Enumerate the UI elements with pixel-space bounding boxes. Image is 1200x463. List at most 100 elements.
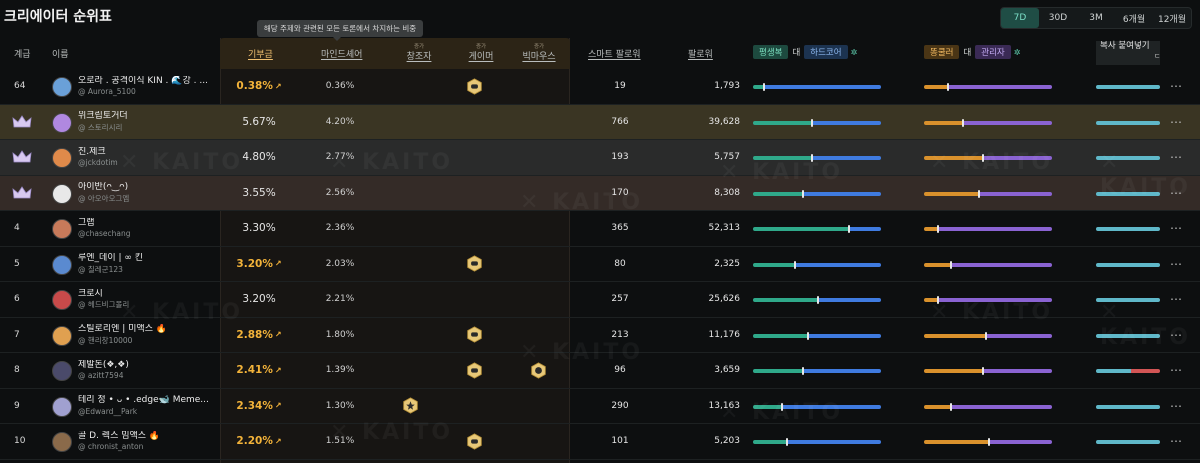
compare-bar-1 [753, 83, 881, 91]
header-rank[interactable]: 계급 [14, 38, 31, 69]
header-name[interactable]: 이름 [52, 38, 69, 69]
period-1[interactable]: 30D [1039, 8, 1077, 28]
flame-icon: ↗ [274, 81, 282, 91]
avatar[interactable] [52, 219, 72, 239]
avatar[interactable] [52, 183, 72, 204]
user-name-block[interactable]: 크로시 @ 헤드비그몰리 [78, 282, 129, 317]
user-name-block[interactable]: 아이반(ᴖ‿ᴖ) @ 아오아오그엠 [78, 176, 129, 211]
more-options-icon[interactable]: ⋯ [1170, 353, 1183, 388]
smart-followers-value: 170 [611, 187, 629, 198]
avatar[interactable] [52, 290, 72, 310]
user-name-block[interactable]: 진.제크 @jckdotim [78, 140, 118, 175]
rank: 10 [14, 436, 26, 447]
header-followers[interactable]: 팔로워 [688, 38, 713, 69]
user-name: 크로시 [78, 288, 103, 299]
user-name-block[interactable]: 골 D. 렉스 밈액스 🔥 @ chronist_anton [78, 424, 160, 459]
header-bigmouth[interactable]: 증가 빅마우스 [515, 38, 563, 69]
user-handle: @chasechang [78, 229, 131, 239]
avatar[interactable] [52, 112, 72, 133]
extra-header: ㄷ [1154, 52, 1161, 60]
flame-icon: ↗ [274, 365, 282, 375]
header-gamer[interactable]: 증가 게이머 [460, 38, 502, 69]
user-name-block[interactable]: 위크립토거더 @ 스토리시리 [78, 105, 128, 140]
header-creator[interactable]: 증가 창조자 [398, 38, 440, 69]
avatar[interactable] [52, 325, 72, 346]
user-name-block[interactable]: 제발돈(❖,❖) @ azitt7594 [78, 353, 129, 388]
user-name: 오로라 . 공격이식 KIN . 🌊강 . ... [78, 75, 208, 86]
period-selector: 7D 30D 3M 6개월 12개월 [1000, 7, 1192, 29]
user-name: 위크립토거더 [78, 111, 128, 122]
compare-bar-2 [924, 331, 1052, 340]
settings-icon[interactable]: ✲ [851, 48, 858, 57]
share-number: 0.38% [236, 80, 273, 93]
compare-bar-2-tick [950, 402, 952, 411]
followers-value: 11,176 [708, 329, 741, 340]
mindshare-tooltip: 해당 주제와 관련된 모든 토론에서 차지하는 비중 [257, 20, 423, 41]
avatar[interactable] [52, 77, 72, 97]
share-number: 5.67% [242, 115, 276, 128]
avatar[interactable] [52, 254, 72, 275]
flame-icon: ↗ [274, 259, 282, 269]
more-options-icon[interactable]: ⋯ [1170, 140, 1183, 175]
compare-bar-2 [924, 83, 1052, 91]
compare-bar-1 [753, 154, 881, 162]
mindshare-value: 2.21% [325, 294, 355, 305]
table-row[interactable]: 위크립토거더 @ 스토리시리 5.67% 4.20% 766 39,628 ⋯ [0, 104, 1200, 140]
share-number: 3.55% [242, 186, 276, 199]
period-4[interactable]: 12개월 [1153, 8, 1191, 28]
compare-bar-1-tick [807, 331, 809, 340]
table-row[interactable]: 5 루엔_데이 | ∞ 킨 @ 칠레군123 3.20% ↗ 2.03% 80 2,325 ⋯ [0, 247, 1200, 282]
avatar[interactable] [52, 396, 72, 417]
table-row[interactable]: 4 그랩 @chasechang 3.30% 2.36% 365 52,313 ⋯ [0, 211, 1200, 247]
settings-icon[interactable]: ✲ [1014, 48, 1021, 57]
user-name-block[interactable]: 루엔_데이 | ∞ 킨 @ 칠레군123 [78, 247, 143, 282]
header-bigmouth-label: 빅마우스 [522, 51, 556, 62]
user-name-block[interactable]: 오로라 . 공격이식 KIN . 🌊강 . ... @ Aurora_5100 [78, 69, 208, 104]
avatar[interactable] [52, 148, 72, 168]
user-name: 골 D. 렉스 밈액스 🔥 [78, 430, 161, 441]
more-options-icon[interactable]: ⋯ [1170, 105, 1183, 140]
user-name-block[interactable]: 그랩 @chasechang [78, 211, 130, 246]
avatar[interactable] [52, 432, 72, 452]
followers-value: 5,757 [714, 152, 740, 163]
period-2[interactable]: 3M [1077, 8, 1115, 28]
more-options-icon[interactable]: ⋯ [1170, 318, 1183, 353]
more-options-icon[interactable]: ⋯ [1170, 211, 1183, 246]
compare3-label: 복사 붙여넣기 [1100, 41, 1150, 51]
compare-bar-2-tick [937, 225, 939, 233]
header-share[interactable]: 기부금 [248, 38, 273, 69]
user-name-block[interactable]: 테리 정 • ᴗ • .edge🐋 Meme... @Edward__Park [78, 389, 209, 424]
period-3[interactable]: 6개월 [1115, 8, 1153, 28]
header-gamer-label: 게이머 [468, 51, 494, 62]
period-0[interactable]: 7D [1001, 8, 1039, 28]
more-options-icon[interactable]: ⋯ [1170, 176, 1183, 211]
table-row[interactable]: 9 테리 정 • ᴗ • .edge🐋 Meme... @Edward__Park 2… [0, 389, 1200, 424]
table-row[interactable]: 진.제크 @jckdotim 4.80% 2.77% 193 5,757 ⋯ [0, 140, 1200, 176]
gamer-badge-icon [466, 247, 483, 282]
user-name: 스틸로리엔 | 미액스 🔥 [78, 324, 168, 335]
header-mindshare[interactable]: 마인드셰어 [321, 38, 362, 69]
share-value: 2.88% ↗ [220, 318, 298, 353]
followers-value: 52,313 [708, 223, 741, 234]
share-value: 3.20% [220, 282, 298, 317]
table-row[interactable]: 아이반(ᴖ‿ᴖ) @ 아오아오그엠 3.55% 2.56% 170 8,308 ⋯ [0, 175, 1200, 211]
compare-bar-1 [753, 189, 881, 198]
table-row[interactable]: 8 제발돈(❖,❖) @ azitt7594 2.41% ↗ 1.39% 96 3,659 ⋯ [0, 353, 1200, 389]
table-row[interactable]: 7 스틸로리엔 | 미액스 🔥 @ 핸리창10000 2.88% ↗ 1.80% 213 11… [0, 318, 1200, 353]
share-value: 3.20% ↗ [220, 247, 298, 282]
more-options-icon[interactable]: ⋯ [1170, 282, 1183, 317]
compare-bar-3 [1096, 369, 1160, 373]
more-options-icon[interactable]: ⋯ [1170, 389, 1183, 424]
more-options-icon[interactable]: ⋯ [1170, 424, 1183, 459]
header-smart-followers[interactable]: 스마트 팔로워 [588, 38, 641, 69]
user-handle: @ 스토리시리 [78, 122, 123, 132]
avatar[interactable] [52, 361, 72, 381]
table-row[interactable]: 10 골 D. 렉스 밈액스 🔥 @ chronist_anton 2.20% ↗ 1.5… [0, 424, 1200, 460]
more-options-icon[interactable]: ⋯ [1170, 69, 1183, 104]
table-row[interactable]: 64 오로라 . 공격이식 KIN . 🌊강 . ... @ Aurora_5100… [0, 69, 1200, 105]
share-number: 3.20% [242, 293, 276, 306]
table-row[interactable]: 6 크로시 @ 헤드비그몰리 3.20% 2.21% 257 25,626 ⋯ [0, 282, 1200, 318]
mindshare-value: 2.77% [325, 152, 355, 163]
user-name-block[interactable]: 스틸로리엔 | 미액스 🔥 @ 핸리창10000 [78, 318, 167, 353]
more-options-icon[interactable]: ⋯ [1170, 247, 1183, 282]
